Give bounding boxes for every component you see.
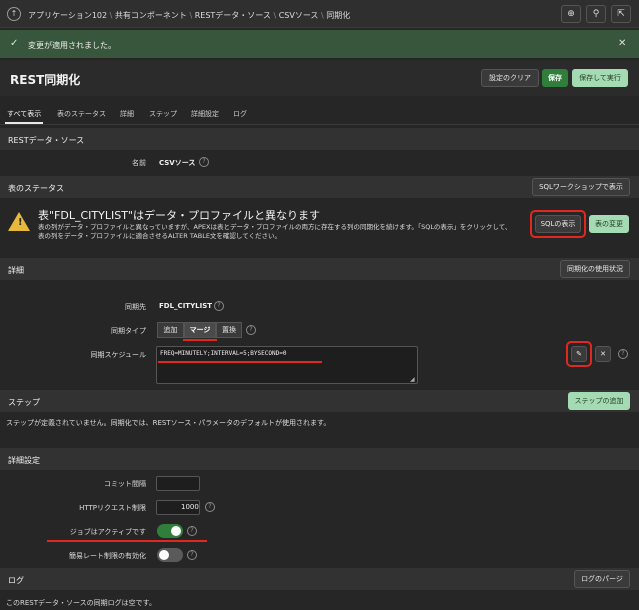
log-title: ログ bbox=[8, 576, 24, 585]
wrench-icon[interactable]: ⚲ bbox=[586, 5, 606, 23]
breadcrumb-separator: \ bbox=[273, 11, 277, 20]
advanced-title: 詳細設定 bbox=[8, 456, 40, 465]
name-label: 名前 bbox=[132, 159, 146, 167]
help-icon[interactable]: ? bbox=[187, 550, 197, 560]
breadcrumb-separator: \ bbox=[189, 11, 193, 20]
steps-empty-text: ステップが定義されていません。同期化では、RESTソース・パラメータのデフォルト… bbox=[6, 419, 331, 427]
commit-interval-label: コミット間隔 bbox=[104, 480, 146, 488]
annotation-underline-merge bbox=[183, 339, 217, 341]
advanced-header bbox=[0, 448, 639, 470]
sync-type-option-append[interactable]: 追加 bbox=[157, 322, 184, 338]
change-table-button[interactable]: 表の変更 bbox=[589, 215, 629, 233]
tab-steps[interactable]: ステップ bbox=[149, 109, 177, 119]
rate-limit-label: 簡易レート制限の有効化 bbox=[69, 552, 146, 560]
breadcrumb-separator: \ bbox=[320, 11, 324, 20]
breadcrumb-sync: 同期化 bbox=[326, 11, 351, 20]
save-button[interactable]: 保存 bbox=[542, 69, 568, 87]
breadcrumb: アプリケーション102 \ 共有コンポーネント \ RESTデータ・ソース \ … bbox=[28, 10, 350, 21]
http-limit-value: 1000 bbox=[181, 503, 199, 511]
warning-title: 表"FDL_CITYLIST"はデータ・プロファイルと異なります bbox=[38, 209, 320, 222]
help-icon[interactable]: ? bbox=[199, 157, 209, 167]
name-value: CSVソース bbox=[159, 159, 196, 167]
resize-grip-icon[interactable]: ◢ bbox=[410, 376, 415, 383]
help-icon[interactable]: ? bbox=[187, 526, 197, 536]
success-alert: ✓ 変更が適用されました。 ✕ bbox=[0, 30, 639, 58]
log-empty-text: このRESTデータ・ソースの同期ログは空です。 bbox=[6, 599, 156, 607]
clear-settings-button[interactable]: 設定のクリア bbox=[481, 69, 539, 87]
close-icon[interactable]: ✕ bbox=[618, 38, 626, 49]
page-title: REST同期化 bbox=[10, 73, 81, 87]
sync-usage-button[interactable]: 同期化の使用状況 bbox=[560, 260, 630, 278]
breadcrumb-app[interactable]: アプリケーション102 bbox=[28, 11, 107, 20]
target-label: 同期先 bbox=[125, 303, 146, 311]
tab-show-all[interactable]: すべて表示 bbox=[7, 109, 41, 119]
warning-text: 表の列がデータ・プロファイルと異なっていますが、APEXは表とデータ・プロファイ… bbox=[38, 223, 512, 240]
show-sql-button[interactable]: SQLの表示 bbox=[535, 215, 581, 233]
check-icon: ✓ bbox=[10, 38, 19, 49]
up-arrow-icon[interactable]: ↑ bbox=[7, 7, 21, 21]
rate-limit-toggle[interactable] bbox=[157, 548, 183, 562]
add-step-button[interactable]: ステップの追加 bbox=[568, 392, 630, 410]
active-tab-indicator bbox=[5, 122, 43, 124]
schedule-value: FREQ=MINUTELY;INTERVAL=5;BYSECOND=0 bbox=[160, 350, 287, 357]
purge-log-button[interactable]: ログのパージ bbox=[574, 570, 630, 588]
commit-interval-input[interactable] bbox=[156, 476, 200, 491]
job-active-toggle[interactable] bbox=[157, 524, 183, 538]
target-value: FDL_CITYLIST bbox=[159, 302, 213, 310]
tab-log[interactable]: ログ bbox=[233, 109, 247, 119]
tab-table-status[interactable]: 表のステータス bbox=[57, 109, 106, 119]
save-and-run-button[interactable]: 保存して実行 bbox=[572, 69, 628, 87]
table-status-title: 表のステータス bbox=[8, 184, 64, 193]
annotation-underline-job-active bbox=[47, 540, 207, 542]
schedule-builder-icon[interactable]: ✎ bbox=[571, 346, 587, 362]
breadcrumb-csv-source[interactable]: CSVソース bbox=[279, 11, 319, 20]
toggle-knob bbox=[171, 526, 181, 536]
sync-type-option-replace[interactable]: 置換 bbox=[216, 322, 242, 338]
job-active-label: ジョブはアクティブです bbox=[69, 528, 146, 536]
steps-header bbox=[0, 390, 639, 412]
schedule-label: 同期スケジュール bbox=[90, 351, 146, 359]
warning-exclamation: ! bbox=[18, 217, 23, 228]
details-title: 詳細 bbox=[8, 266, 24, 275]
tab-details[interactable]: 詳細 bbox=[120, 109, 134, 119]
breadcrumb-rest-source[interactable]: RESTデータ・ソース bbox=[195, 11, 271, 20]
breadcrumb-separator: \ bbox=[109, 11, 113, 20]
alert-message: 変更が適用されました。 bbox=[28, 41, 116, 50]
log-header bbox=[0, 568, 639, 590]
sql-workshop-button[interactable]: SQLワークショップで表示 bbox=[532, 178, 630, 196]
help-icon[interactable]: ? bbox=[618, 349, 628, 359]
help-icon[interactable]: ? bbox=[246, 325, 256, 335]
breadcrumb-shared-components[interactable]: 共有コンポーネント bbox=[115, 11, 187, 20]
clear-schedule-icon[interactable]: ✕ bbox=[595, 346, 611, 362]
steps-title: ステップ bbox=[8, 398, 40, 407]
dev-toolbar-icon[interactable]: ⊕ bbox=[561, 5, 581, 23]
share-icon[interactable]: ⇱ bbox=[611, 5, 631, 23]
rest-source-title: RESTデータ・ソース bbox=[8, 136, 85, 145]
annotation-underline-schedule bbox=[158, 361, 322, 363]
help-icon[interactable]: ? bbox=[214, 301, 224, 311]
toggle-knob bbox=[159, 550, 169, 560]
http-limit-label: HTTPリクエスト制限 bbox=[79, 504, 146, 512]
sync-type-option-merge[interactable]: マージ bbox=[184, 322, 216, 338]
help-icon[interactable]: ? bbox=[205, 502, 215, 512]
sync-type-label: 同期タイプ bbox=[111, 327, 146, 335]
rest-source-header bbox=[0, 128, 639, 150]
tab-advanced[interactable]: 詳細設定 bbox=[191, 109, 219, 119]
details-header bbox=[0, 258, 639, 280]
